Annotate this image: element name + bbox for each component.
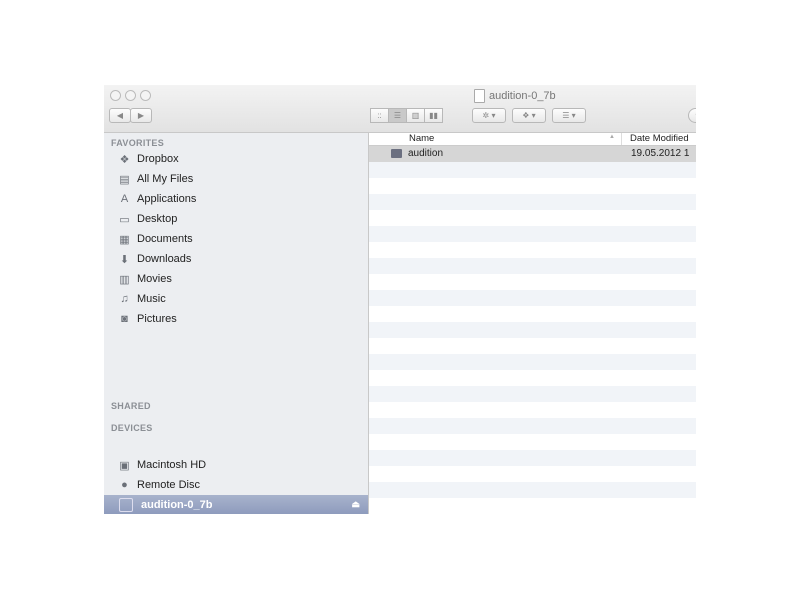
empty-row <box>369 226 696 242</box>
desktop-icon: ▭ <box>119 213 130 226</box>
sidebar-item-label: Movies <box>137 273 172 285</box>
sidebar-item-audition-volume[interactable]: audition-0_7b ⏏ <box>104 495 368 514</box>
file-name: audition <box>408 148 444 159</box>
coverflow-view-button[interactable]: ▮▮ <box>424 108 443 123</box>
sidebar-item-label: Music <box>137 293 166 305</box>
sidebar-item-label: audition-0_7b <box>141 498 213 511</box>
title-text: audition-0_7b <box>489 90 556 102</box>
empty-row <box>369 354 696 370</box>
sidebar-item-label: Remote Disc <box>137 479 200 491</box>
empty-row <box>369 498 696 514</box>
icon-view-button[interactable]: :: <box>370 108 389 123</box>
sidebar-item-movies[interactable]: ▥ Movies <box>118 270 172 288</box>
downloads-icon: ⬇ <box>119 253 130 266</box>
sidebar-item-label: All My Files <box>137 173 194 185</box>
empty-row <box>369 450 696 466</box>
shared-heading: SHARED <box>111 401 151 411</box>
action-menu-button[interactable]: ✲ ▾ <box>472 108 506 123</box>
file-date: 19.05.2012 1 <box>631 148 690 159</box>
sidebar-item-label: Desktop <box>137 213 178 225</box>
name-column-header[interactable]: Name <box>409 133 434 144</box>
close-button[interactable] <box>110 90 121 101</box>
sidebar-item-label: Applications <box>137 193 197 205</box>
empty-row <box>369 482 696 498</box>
empty-row <box>369 194 696 210</box>
list-view-button[interactable]: ☰ <box>388 108 407 123</box>
all-my-files-icon: ▤ <box>119 173 130 186</box>
file-row[interactable]: audition 19.05.2012 1 <box>369 146 696 162</box>
devices-heading: DEVICES <box>111 423 153 433</box>
zoom-button[interactable] <box>140 90 151 101</box>
eject-icon[interactable]: ⏏ <box>351 499 360 510</box>
empty-row <box>369 434 696 450</box>
documents-icon: ▦ <box>119 233 130 246</box>
window-title: audition-0_7b <box>474 89 556 103</box>
empty-row <box>369 290 696 306</box>
sidebar-item-pictures[interactable]: ◙ Pictures <box>118 310 177 328</box>
empty-row <box>369 322 696 338</box>
search-field[interactable]: ⚲ <box>688 108 696 123</box>
empty-row <box>369 386 696 402</box>
empty-row <box>369 418 696 434</box>
finder-window: audition-0_7b ◀ ▶ :: ☰ ▥ ▮▮ ✲ ▾ ❖ ▾ ☰ ▾ … <box>104 85 696 514</box>
arrange-menu-button[interactable]: ☰ ▾ <box>552 108 586 123</box>
toolbar: audition-0_7b ◀ ▶ :: ☰ ▥ ▮▮ ✲ ▾ ❖ ▾ ☰ ▾ … <box>104 85 696 133</box>
movies-icon: ▥ <box>119 273 130 286</box>
dropbox-icon: ❖ <box>119 153 130 166</box>
sort-arrow-icon: ▲ <box>609 134 615 140</box>
back-button[interactable]: ◀ <box>109 108 131 123</box>
minimize-button[interactable] <box>125 90 136 101</box>
sidebar-item-label: Documents <box>137 233 193 245</box>
volume-icon <box>119 497 133 512</box>
empty-row <box>369 402 696 418</box>
sidebar-item-documents[interactable]: ▦ Documents <box>118 230 193 248</box>
forward-button[interactable]: ▶ <box>130 108 152 123</box>
sidebar-item-remote-disc[interactable]: ● Remote Disc <box>118 476 200 494</box>
music-icon: ♫ <box>120 293 129 305</box>
applications-icon: A <box>120 193 129 205</box>
sidebar-item-label: Pictures <box>137 313 177 325</box>
sidebar-item-macintosh-hd[interactable]: ▣ Macintosh HD <box>118 456 206 474</box>
column-header: Name ▲ Date Modified <box>369 133 696 146</box>
empty-row <box>369 306 696 322</box>
sidebar: FAVORITES ❖ Dropbox ▤ All My Files A Applicat… <box>104 133 369 514</box>
favorites-heading: FAVORITES <box>111 138 165 148</box>
disc-icon: ● <box>121 479 128 491</box>
empty-row <box>369 258 696 274</box>
empty-row <box>369 370 696 386</box>
sidebar-item-applications[interactable]: A Applications <box>118 190 197 208</box>
sidebar-item-music[interactable]: ♫ Music <box>118 290 166 308</box>
view-switcher: :: ☰ ▥ ▮▮ <box>370 108 443 123</box>
sidebar-item-desktop[interactable]: ▭ Desktop <box>118 210 177 228</box>
sidebar-item-label: Macintosh HD <box>137 459 207 471</box>
sidebar-item-all-my-files[interactable]: ▤ All My Files <box>118 170 193 188</box>
sidebar-item-downloads[interactable]: ⬇ Downloads <box>118 250 192 268</box>
document-icon <box>474 89 485 103</box>
empty-row <box>369 178 696 194</box>
sidebar-item-dropbox[interactable]: ❖ Dropbox <box>118 150 179 168</box>
pictures-icon: ◙ <box>121 313 128 325</box>
empty-row <box>369 274 696 290</box>
column-view-button[interactable]: ▥ <box>406 108 425 123</box>
empty-row <box>369 210 696 226</box>
empty-row <box>369 242 696 258</box>
empty-row <box>369 466 696 482</box>
sidebar-item-label: Downloads <box>137 253 192 265</box>
file-list: Name ▲ Date Modified audition 19.05.2012… <box>369 133 696 514</box>
empty-row <box>369 338 696 354</box>
date-column-header[interactable]: Date Modified <box>621 133 689 145</box>
sidebar-item-label: Dropbox <box>137 153 179 165</box>
disk-image-icon <box>391 149 402 158</box>
empty-row <box>369 162 696 178</box>
dropbox-menu-button[interactable]: ❖ ▾ <box>512 108 546 123</box>
hard-drive-icon: ▣ <box>119 459 130 472</box>
